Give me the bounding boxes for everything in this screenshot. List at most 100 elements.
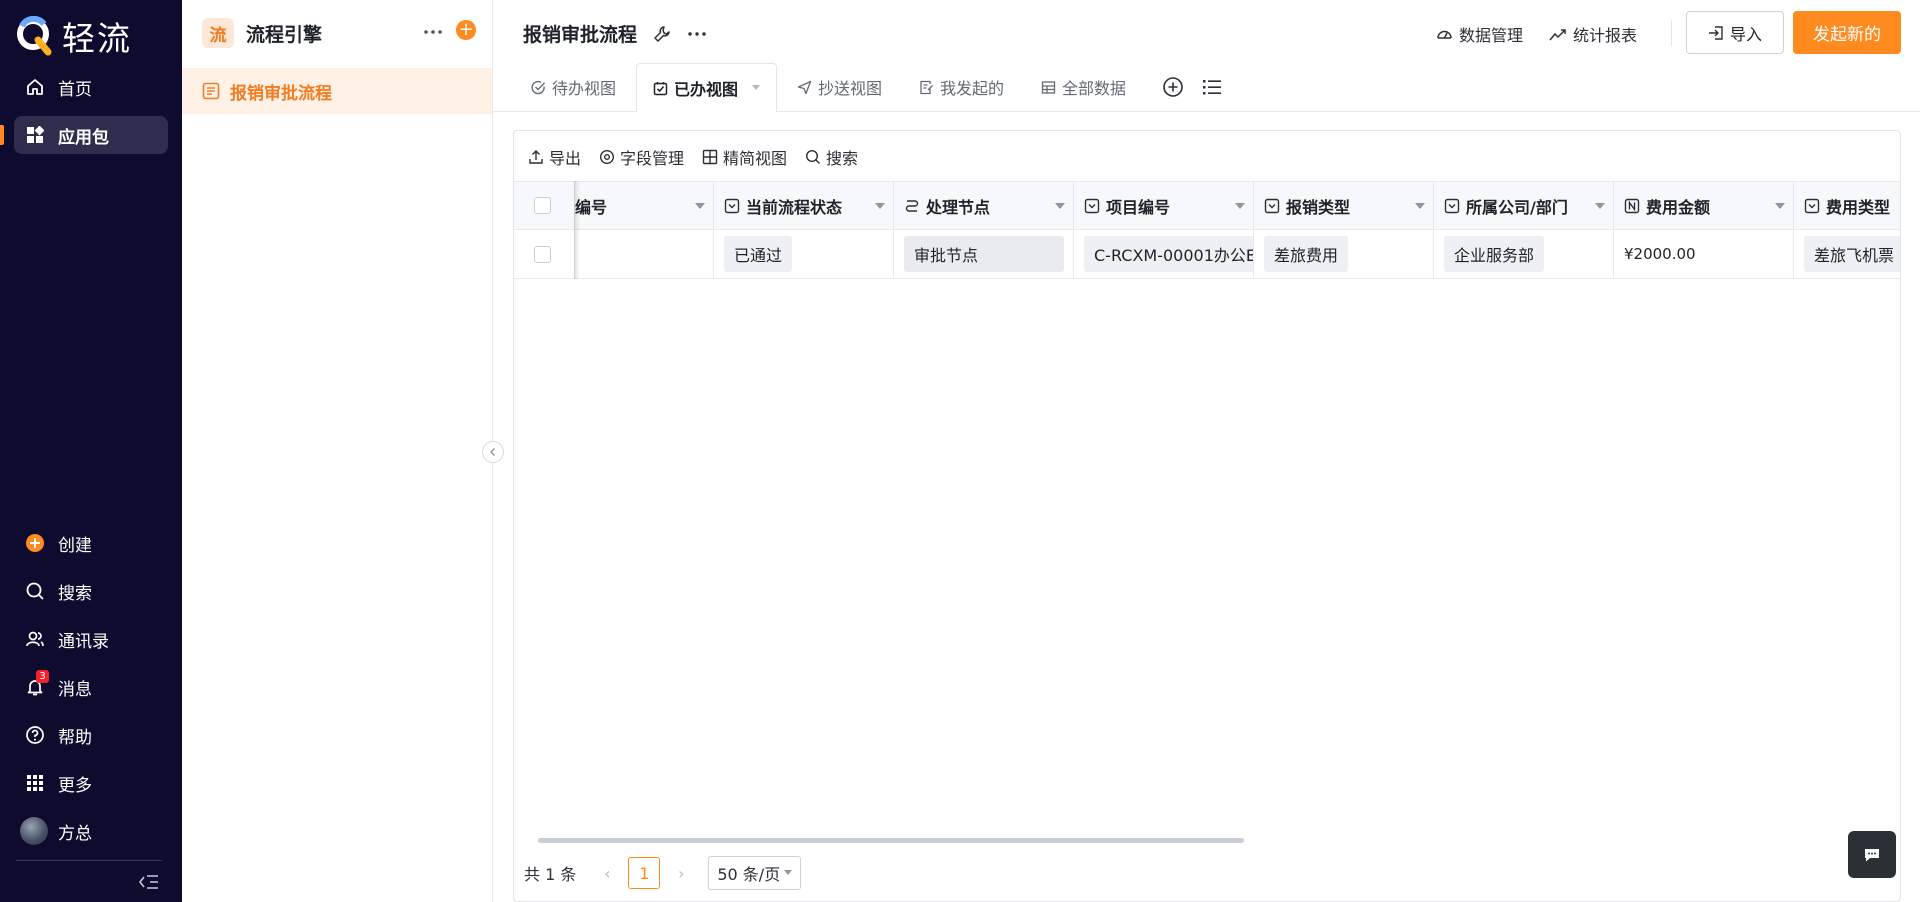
sidebar-item-reimbursement[interactable]: 报销审批流程 (182, 68, 492, 114)
main-content: 报销审批流程 数据管理 统计报表 导入 发起新的 待办视图 已办视图 抄送视图 … (493, 0, 1920, 902)
next-page-icon[interactable]: › (668, 864, 694, 883)
report-label: 统计报表 (1573, 26, 1638, 45)
column-menu-icon[interactable] (695, 203, 705, 209)
nav-item-create[interactable]: 创建 (14, 524, 168, 562)
column-header-project[interactable]: 项目编号 (1074, 182, 1254, 229)
column-header-dept[interactable]: 所属公司/部门 (1434, 182, 1614, 229)
nav-item-apps[interactable]: 应用包 (14, 116, 168, 154)
select-field-icon (1444, 198, 1460, 214)
more-icon[interactable] (422, 22, 444, 42)
nav-item-search[interactable]: 搜索 (14, 572, 168, 610)
column-header-node[interactable]: 处理节点 (894, 182, 1074, 229)
brand-logo-icon (16, 16, 52, 56)
app-title: 流程引擎 (246, 23, 323, 46)
export-button[interactable]: 导出 (528, 145, 581, 169)
collapse-nav-icon[interactable] (138, 873, 160, 891)
report-link[interactable]: 统计报表 (1549, 22, 1637, 46)
brand-logo[interactable]: 轻流 (16, 12, 132, 60)
search-label: 搜索 (826, 149, 859, 168)
column-header-label: 费用类型 (1826, 197, 1891, 217)
tab-done[interactable]: 已办视图 (636, 63, 778, 113)
column-header-expense-type[interactable]: 费用类型 (1794, 182, 1900, 229)
compact-view-button[interactable]: 精简视图 (702, 145, 787, 169)
status-tag: 已通过 (724, 236, 793, 272)
app-header: 流 流程引擎 (202, 18, 322, 48)
cell-node: 审批节点 (894, 230, 1074, 278)
table-search-button[interactable]: 搜索 (805, 145, 858, 169)
field-management-button[interactable]: 字段管理 (599, 145, 684, 169)
compact-view-label: 精简视图 (723, 149, 788, 168)
search-icon (24, 580, 46, 602)
column-menu-icon[interactable] (1415, 203, 1425, 209)
pagination: 共 1 条 ‹ 1 › 50 条/页 (524, 856, 802, 890)
nav-divider (16, 860, 162, 861)
select-all-checkbox[interactable] (534, 197, 551, 214)
tab-todo[interactable]: 待办视图 (531, 62, 616, 112)
doc-edit-icon (919, 80, 934, 95)
send-icon (797, 80, 812, 95)
tab-mine[interactable]: 我发起的 (919, 62, 1004, 112)
nav-active-indicator (0, 125, 4, 145)
search-icon (805, 149, 821, 165)
nav-item-profile[interactable]: 方总 (14, 812, 168, 850)
fixed-column-shadow (574, 181, 580, 279)
bell-icon: 3 (24, 670, 49, 698)
column-header-id[interactable]: 编号 (575, 182, 714, 229)
column-header-label: 所属公司/部门 (1466, 197, 1568, 217)
app-sidebar: 流 流程引擎 + 报销审批流程 (182, 0, 493, 902)
tab-label: 待办视图 (552, 79, 617, 98)
cell-type: 差旅费用 (1254, 230, 1434, 278)
tab-label: 已办视图 (674, 80, 739, 99)
page-size-select[interactable]: 50 条/页 (708, 856, 802, 890)
view-list-icon[interactable] (1201, 76, 1223, 98)
project-tag: C-RCXM-00001办公E (1084, 236, 1253, 272)
column-header-type[interactable]: 报销类型 (1254, 182, 1434, 229)
column-menu-icon[interactable] (1595, 203, 1605, 209)
tab-all[interactable]: 全部数据 (1041, 62, 1126, 112)
brand-name: 轻流 (62, 19, 132, 58)
page-number[interactable]: 1 (628, 857, 661, 889)
nav-item-contacts[interactable]: 通讯录 (14, 620, 168, 658)
avatar (20, 817, 48, 845)
wrench-icon[interactable] (653, 25, 671, 43)
view-tabs: 待办视图 已办视图 抄送视图 我发起的 全部数据 (493, 62, 1920, 113)
chevron-down-icon[interactable] (752, 85, 761, 91)
data-management-label: 数据管理 (1459, 26, 1524, 45)
main-nav: 轻流 首页 应用包 创建 搜索 通讯录 3 消息 帮助 更多 方总 (0, 0, 182, 902)
import-label: 导入 (1729, 24, 1762, 44)
table-row[interactable]: 已通过 审批节点 C-RCXM-00001办公E 差旅费用 企业服务部 ¥200… (514, 230, 1900, 279)
contacts-icon (24, 628, 46, 650)
layout-grid-icon (702, 149, 718, 165)
add-view-icon[interactable] (1162, 76, 1184, 98)
node-tag: 审批节点 (904, 236, 1064, 272)
apps-icon (24, 124, 46, 146)
prev-page-icon[interactable]: ‹ (594, 864, 620, 883)
tab-label: 抄送视图 (818, 79, 883, 98)
column-menu-icon[interactable] (875, 203, 885, 209)
nav-item-more[interactable]: 更多 (14, 764, 168, 802)
column-menu-icon[interactable] (1055, 203, 1065, 209)
horizontal-scrollbar[interactable] (538, 838, 1244, 843)
start-new-button[interactable]: 发起新的 (1793, 11, 1901, 54)
tab-cc[interactable]: 抄送视图 (797, 62, 882, 112)
app-logo: 流 (202, 18, 234, 48)
row-checkbox[interactable] (534, 245, 551, 263)
column-menu-icon[interactable] (1775, 203, 1785, 209)
column-header-status[interactable]: 当前流程状态 (714, 182, 894, 229)
nav-item-messages[interactable]: 3 消息 (14, 668, 168, 706)
more-icon[interactable] (687, 25, 707, 43)
chevron-down-icon (784, 870, 793, 875)
cell-amount: ¥2000.00 (1614, 230, 1794, 278)
data-management-link[interactable]: 数据管理 (1436, 22, 1523, 46)
cell-status: 已通过 (714, 230, 894, 278)
amount-value: ¥2000.00 (1624, 245, 1696, 263)
chat-button[interactable] (1848, 831, 1896, 878)
column-header-amount[interactable]: 费用金额 (1614, 182, 1794, 229)
chat-icon (1863, 847, 1881, 863)
add-form-button[interactable]: + (456, 20, 476, 40)
column-menu-icon[interactable] (1235, 203, 1245, 209)
cell-dept: 企业服务部 (1434, 230, 1614, 278)
nav-item-home[interactable]: 首页 (14, 68, 168, 106)
nav-item-help[interactable]: 帮助 (14, 716, 168, 754)
import-button[interactable]: 导入 (1686, 11, 1784, 54)
